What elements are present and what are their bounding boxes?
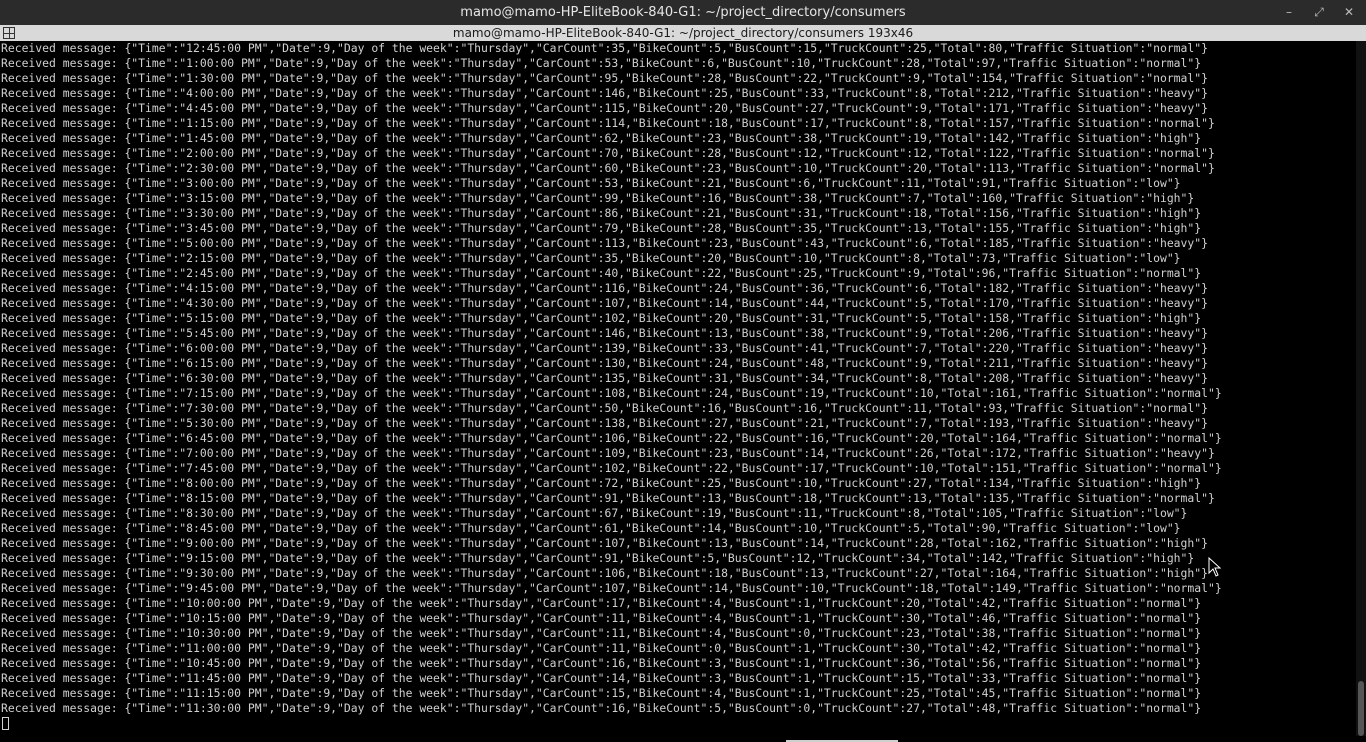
- terminal-line: Received message: {"Time":"8:45:00 PM","…: [1, 521, 1181, 535]
- terminal-line: Received message: {"Time":"5:45:00 PM","…: [1, 326, 1208, 340]
- terminal-line: Received message: {"Time":"11:45:00 PM",…: [1, 671, 1202, 685]
- terminal-line: Received message: {"Time":"9:45:00 PM","…: [1, 581, 1222, 595]
- terminal-line: Received message: {"Time":"6:15:00 PM","…: [1, 356, 1208, 370]
- minimize-icon[interactable]: –: [1279, 3, 1299, 21]
- terminal-line: Received message: {"Time":"7:30:00 PM","…: [1, 401, 1208, 415]
- terminal-line: Received message: {"Time":"10:45:00 PM",…: [1, 656, 1202, 670]
- mouse-pointer-icon: [1208, 557, 1222, 577]
- terminal-line: Received message: {"Time":"8:30:00 PM","…: [1, 506, 1188, 520]
- terminal-line: Received message: {"Time":"7:45:00 PM","…: [1, 461, 1222, 475]
- terminal-line: Received message: {"Time":"2:30:00 PM","…: [1, 161, 1215, 175]
- terminal-output[interactable]: Received message: {"Time":"12:45:00 PM",…: [0, 41, 1356, 736]
- window-title: mamo@mamo-HP-EliteBook-840-G1: ~/project…: [460, 5, 906, 20]
- terminal-line: Received message: {"Time":"10:15:00 PM",…: [1, 611, 1202, 625]
- terminal-line: Received message: {"Time":"9:15:00 PM","…: [1, 551, 1195, 565]
- terminal-line: Received message: {"Time":"5:00:00 PM","…: [1, 236, 1208, 250]
- terminal-line: Received message: {"Time":"4:45:00 PM","…: [1, 101, 1208, 115]
- window-titlebar[interactable]: mamo@mamo-HP-EliteBook-840-G1: ~/project…: [0, 0, 1366, 25]
- terminal-line: Received message: {"Time":"7:00:00 PM","…: [1, 446, 1215, 460]
- terminal-line: Received message: {"Time":"8:15:00 PM","…: [1, 491, 1215, 505]
- scrollbar-thumb[interactable]: [1358, 681, 1364, 736]
- terminal-line: Received message: {"Time":"9:00:00 PM","…: [1, 536, 1208, 550]
- terminal-line: Received message: {"Time":"2:45:00 PM","…: [1, 266, 1202, 280]
- terminal-line: Received message: {"Time":"4:30:00 PM","…: [1, 296, 1208, 310]
- terminal-line: Received message: {"Time":"1:30:00 PM","…: [1, 71, 1208, 85]
- terminal-line: Received message: {"Time":"5:30:00 PM","…: [1, 416, 1208, 430]
- terminal-line: Received message: {"Time":"6:45:00 PM","…: [1, 431, 1222, 445]
- terminal-line: Received message: {"Time":"6:00:00 PM","…: [1, 341, 1208, 355]
- terminal-line: Received message: {"Time":"11:15:00 PM",…: [1, 686, 1202, 700]
- terminal-line: Received message: {"Time":"2:15:00 PM","…: [1, 251, 1181, 265]
- terminal-line: Received message: {"Time":"12:45:00 PM",…: [1, 41, 1208, 55]
- terminal-prompt-line[interactable]: [0, 716, 1356, 731]
- close-icon[interactable]: ✕: [1339, 3, 1359, 21]
- terminal-line: Received message: {"Time":"11:30:00 PM",…: [1, 701, 1202, 715]
- terminal-line: Received message: {"Time":"11:00:00 PM",…: [1, 641, 1202, 655]
- terminal-cursor: [2, 717, 9, 730]
- terminal-line: Received message: {"Time":"1:00:00 PM","…: [1, 56, 1202, 70]
- terminal-line: Received message: {"Time":"10:30:00 PM",…: [1, 626, 1202, 640]
- terminal-line: Received message: {"Time":"4:00:00 PM","…: [1, 86, 1208, 100]
- bottom-edge: [0, 736, 1366, 742]
- terminal-line: Received message: {"Time":"6:30:00 PM","…: [1, 371, 1208, 385]
- terminal-line: Received message: {"Time":"4:15:00 PM","…: [1, 281, 1208, 295]
- terminal-line: Received message: {"Time":"9:30:00 PM","…: [1, 566, 1208, 580]
- terminal-line: Received message: {"Time":"1:45:00 PM","…: [1, 131, 1202, 145]
- terminal-line: Received message: {"Time":"3:15:00 PM","…: [1, 191, 1195, 205]
- restore-icon[interactable]: ⤢: [1309, 3, 1329, 21]
- terminal-line: Received message: {"Time":"2:00:00 PM","…: [1, 146, 1215, 160]
- terminal-line: Received message: {"Time":"3:30:00 PM","…: [1, 206, 1202, 220]
- terminal-line: Received message: {"Time":"3:45:00 PM","…: [1, 221, 1202, 235]
- terminal-line: Received message: {"Time":"10:00:00 PM",…: [1, 596, 1202, 610]
- terminal-line: Received message: {"Time":"7:15:00 PM","…: [1, 386, 1222, 400]
- terminal-tab-title: mamo@mamo-HP-EliteBook-840-G1: ~/project…: [452, 26, 914, 40]
- terminal-tab-bar: mamo@mamo-HP-EliteBook-840-G1: ~/project…: [0, 25, 1366, 41]
- terminal-line: Received message: {"Time":"1:15:00 PM","…: [1, 116, 1215, 130]
- terminal-scrollbar[interactable]: [1356, 41, 1366, 742]
- terminal-line: Received message: {"Time":"8:00:00 PM","…: [1, 476, 1202, 490]
- terminal-line: Received message: {"Time":"5:15:00 PM","…: [1, 311, 1202, 325]
- terminal-line: Received message: {"Time":"3:00:00 PM","…: [1, 176, 1181, 190]
